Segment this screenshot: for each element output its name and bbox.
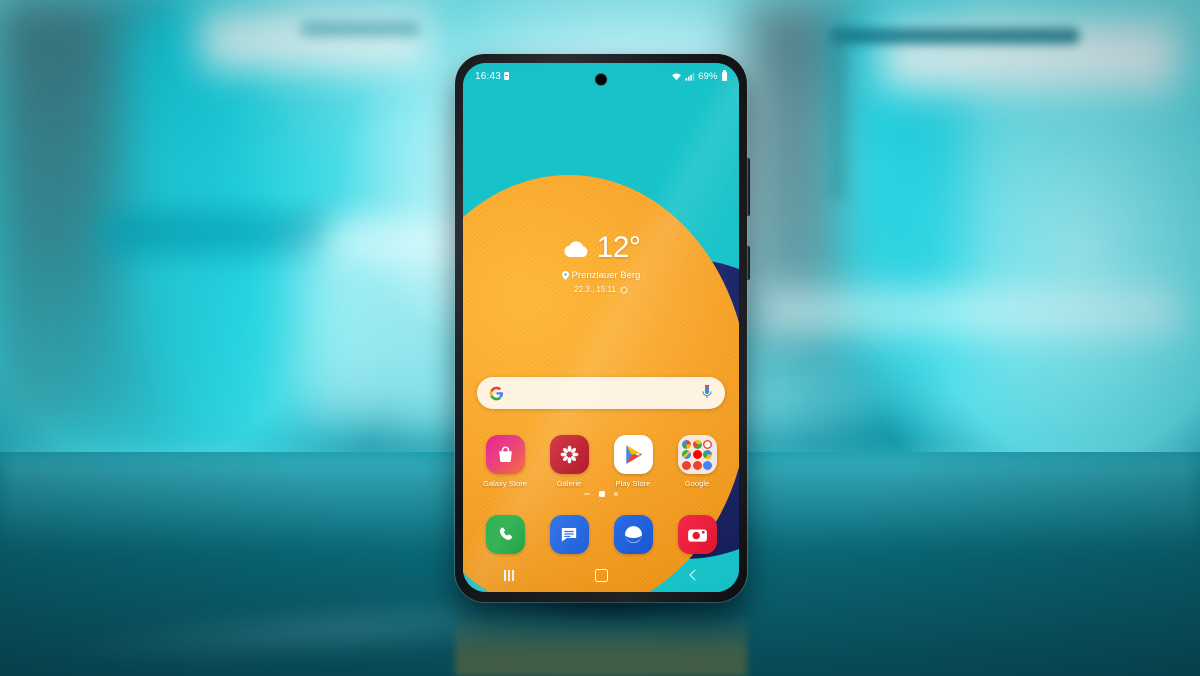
status-bar-right: 69% [671, 70, 727, 82]
dock-camera-icon[interactable] [677, 515, 717, 554]
camera-glyph [687, 529, 707, 542]
photos-icon [682, 460, 691, 470]
app-galaxy-store[interactable]: Galaxy Store [478, 435, 532, 488]
cloud-icon [564, 240, 588, 257]
nav-home-button[interactable] [581, 558, 621, 592]
weather-updated-row: 22.3., 15:11 [463, 285, 739, 294]
folder-app-grid [682, 439, 712, 470]
drive-icon [703, 450, 712, 459]
sim-card-icon [504, 72, 510, 80]
app-label: Play Store [615, 479, 651, 488]
cellular-signal-icon [685, 72, 695, 81]
maps-icon [682, 450, 691, 459]
photo-scene: 16:43 69% 12° Prenzlauer Berg 22.3., 15:… [0, 0, 1200, 676]
page-indicator[interactable] [463, 491, 739, 497]
browser-planet-glyph [624, 526, 642, 543]
gmail-icon [703, 439, 712, 449]
nav-back-button[interactable] [673, 558, 713, 592]
google-g-icon [489, 386, 504, 400]
refresh-icon[interactable] [620, 285, 628, 294]
play-triangle-glyph [625, 445, 642, 464]
play-movies-icon [692, 460, 702, 470]
app-gallery[interactable]: Galerie [542, 435, 596, 488]
weather-primary-row: 12° [463, 233, 739, 263]
nav-recents-button[interactable] [489, 558, 529, 592]
home-screen-app-row: Galaxy Store Galerie Play Store Google [463, 435, 739, 488]
weather-location-row: Prenzlauer Berg [463, 270, 739, 281]
dock-messages-icon[interactable] [549, 515, 589, 554]
back-icon [688, 569, 701, 581]
weather-location-label: Prenzlauer Berg [571, 270, 641, 281]
page-dot-0[interactable] [584, 493, 590, 495]
page-dot-home[interactable] [599, 491, 605, 497]
wifi-icon [672, 73, 682, 80]
play-store-icon[interactable] [613, 435, 653, 474]
status-clock: 16:43 [475, 70, 502, 82]
weather-widget[interactable]: 12° Prenzlauer Berg 22.3., 15:11 [463, 233, 739, 294]
weather-updated-label: 22.3., 15:11 [574, 285, 616, 294]
shopping-bag-glyph [498, 446, 512, 462]
android-navigation-bar [463, 558, 739, 592]
gallery-icon[interactable] [549, 435, 589, 474]
app-label: Galerie [556, 479, 582, 488]
battery-percent-label: 69% [698, 70, 718, 82]
front-camera-punch-hole [595, 74, 607, 85]
duo-icon [703, 460, 712, 470]
app-google-folder[interactable]: Google [670, 435, 724, 488]
app-play-store[interactable]: Play Store [606, 435, 660, 488]
status-bar-left: 16:43 [475, 70, 510, 82]
google-search-icon [682, 439, 691, 449]
youtube-icon [692, 450, 702, 459]
location-pin-icon [561, 271, 569, 280]
page-dot-2[interactable] [614, 492, 618, 496]
app-label: Galaxy Store [483, 479, 527, 488]
weather-temperature: 12° [596, 231, 641, 264]
battery-icon [721, 70, 727, 81]
google-search-bar[interactable] [477, 377, 725, 409]
chrome-icon [692, 439, 702, 449]
home-screen-dock [463, 515, 739, 554]
chat-bubble-glyph [561, 528, 577, 542]
phone-handset-glyph [499, 527, 512, 540]
home-icon [594, 568, 608, 582]
recents-icon [504, 569, 514, 581]
galaxy-store-icon[interactable] [485, 435, 525, 474]
flower-glyph [560, 445, 578, 464]
dock-internet-icon[interactable] [613, 515, 653, 554]
app-label: Google [684, 479, 710, 488]
microphone-icon[interactable] [701, 385, 713, 401]
dock-phone-icon[interactable] [485, 515, 525, 554]
google-folder-icon[interactable] [677, 435, 717, 474]
